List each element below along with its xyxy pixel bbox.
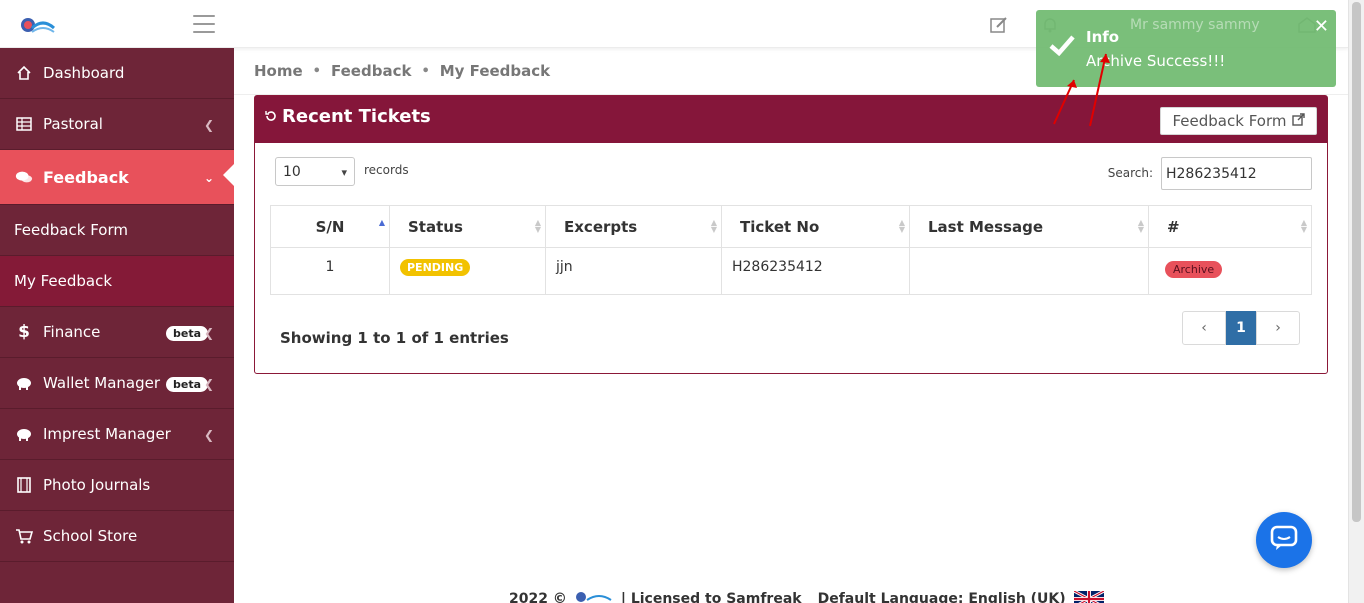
search-label: Search: bbox=[1107, 166, 1153, 180]
pagination-prev-button[interactable]: ‹ bbox=[1182, 311, 1226, 345]
pagination-page-1[interactable]: 1 bbox=[1226, 311, 1256, 345]
dollar-icon: $ bbox=[18, 322, 30, 342]
sort-icon: ▲ ▼ bbox=[1300, 218, 1307, 234]
sidebar: Dashboard Pastoral ❮ Feedback ⌄ Feedback… bbox=[0, 48, 235, 603]
pagination-next-button[interactable]: › bbox=[1256, 311, 1300, 345]
chevron-left-icon: ❮ bbox=[203, 326, 214, 340]
sidebar-item-feedback[interactable]: Feedback ⌄ bbox=[0, 150, 235, 205]
status-badge: PENDING bbox=[400, 259, 471, 276]
sort-icon: ▲ ▼ bbox=[1137, 218, 1144, 234]
sidebar-item-label: Dashboard bbox=[43, 64, 125, 82]
sort-icon: ▲ bbox=[378, 218, 385, 227]
sidebar-item-finance[interactable]: $ Finance beta ❮ bbox=[0, 307, 234, 358]
comments-icon bbox=[15, 168, 33, 186]
home-icon bbox=[15, 64, 33, 82]
column-header-sn[interactable]: S/N ▲ bbox=[270, 205, 390, 248]
cell-status: PENDING bbox=[389, 247, 546, 295]
chevron-down-icon: ⌄ bbox=[203, 171, 214, 185]
sidebar-item-label: Pastoral bbox=[43, 115, 103, 133]
uk-flag-icon[interactable] bbox=[1072, 589, 1105, 603]
card-title: Recent Tickets bbox=[265, 106, 431, 127]
sidebar-item-label: Feedback Form bbox=[14, 221, 128, 239]
chevron-left-icon: ❮ bbox=[203, 377, 214, 391]
archive-button[interactable]: Archive bbox=[1165, 261, 1223, 278]
sort-icon: ▲ ▼ bbox=[898, 218, 905, 234]
cell-last-message bbox=[909, 247, 1149, 295]
external-link-icon bbox=[1291, 112, 1305, 130]
cell-excerpt: jjn bbox=[545, 247, 722, 295]
sidebar-item-label: Feedback bbox=[43, 167, 129, 187]
feedback-form-button[interactable]: Feedback Form bbox=[1160, 107, 1317, 135]
chat-icon bbox=[1270, 525, 1298, 555]
sort-icon: ▲ ▼ bbox=[534, 218, 541, 234]
card-header: Recent Tickets Feedback Form bbox=[255, 96, 1327, 143]
chevron-down-icon: ▾ bbox=[341, 166, 347, 179]
sidebar-subitem-feedback-form[interactable]: Feedback Form bbox=[0, 205, 234, 256]
table-info: Showing 1 to 1 of 1 entries bbox=[280, 329, 509, 347]
footer-license: | Licensed to Samfreak bbox=[620, 591, 802, 603]
toast-title: Info bbox=[1086, 28, 1120, 46]
sidebar-item-school-store[interactable]: School Store bbox=[0, 511, 234, 562]
sidebar-item-label: My Feedback bbox=[14, 272, 113, 290]
breadcrumb-my-feedback: My Feedback bbox=[439, 62, 551, 80]
sidebar-item-label: Wallet Manager bbox=[43, 374, 161, 392]
breadcrumb-home[interactable]: Home bbox=[254, 62, 303, 80]
recent-tickets-card: Recent Tickets Feedback Form 10 ▾ record… bbox=[254, 95, 1328, 374]
beta-badge: beta bbox=[166, 377, 209, 392]
edit-icon[interactable] bbox=[989, 15, 1009, 35]
footer: 2022 © | Licensed to Samfreak Default La… bbox=[509, 589, 1105, 603]
footer-logo bbox=[575, 590, 613, 603]
menu-toggle-icon[interactable] bbox=[193, 15, 215, 33]
beta-badge: beta bbox=[166, 326, 209, 341]
table-icon bbox=[15, 115, 33, 133]
breadcrumb: Home • Feedback • My Feedback bbox=[254, 62, 551, 80]
film-icon bbox=[15, 476, 33, 494]
sidebar-item-imprest-manager[interactable]: Imprest Manager ❮ bbox=[0, 409, 234, 460]
table-row: 1 PENDING jjn H286235412 Archive bbox=[270, 247, 1312, 295]
user-name[interactable]: Mr sammy sammy bbox=[1130, 17, 1260, 33]
scrollbar-thumb[interactable] bbox=[1352, 2, 1361, 522]
card-title-text: Recent Tickets bbox=[282, 106, 431, 127]
sidebar-subitem-my-feedback[interactable]: My Feedback bbox=[0, 256, 234, 307]
column-header-status[interactable]: Status ▲ ▼ bbox=[389, 205, 546, 248]
close-icon[interactable]: ✕ bbox=[1314, 16, 1329, 37]
piggy-bank-icon bbox=[15, 374, 33, 392]
sidebar-item-label: School Store bbox=[43, 527, 138, 545]
page-scrollbar[interactable] bbox=[1348, 0, 1364, 603]
sidebar-item-label: Photo Journals bbox=[43, 476, 151, 494]
cell-action: Archive bbox=[1148, 247, 1312, 295]
column-header-action[interactable]: # ▲ ▼ bbox=[1148, 205, 1312, 248]
tickets-table: S/N ▲ Status ▲ ▼ Excerpts ▲ ▼ Ticket No ▲ ▼… bbox=[270, 205, 1312, 295]
educare-logo[interactable] bbox=[18, 8, 58, 42]
chevron-left-icon: ❮ bbox=[203, 118, 214, 132]
chat-button[interactable] bbox=[1256, 512, 1312, 568]
annotation-arrows bbox=[1053, 53, 1110, 127]
sidebar-item-label: Finance bbox=[43, 323, 101, 341]
page-length-select[interactable]: 10 ▾ bbox=[275, 157, 355, 186]
cell-sn: 1 bbox=[270, 247, 390, 295]
search-input[interactable]: H286235412 bbox=[1161, 157, 1312, 190]
cell-ticket-no: H286235412 bbox=[721, 247, 910, 295]
column-header-excerpts[interactable]: Excerpts ▲ ▼ bbox=[545, 205, 722, 248]
sidebar-item-photo-journals[interactable]: Photo Journals bbox=[0, 460, 234, 511]
column-header-last-message[interactable]: Last Message ▲ ▼ bbox=[909, 205, 1149, 248]
sidebar-item-pastoral[interactable]: Pastoral ❮ bbox=[0, 99, 234, 150]
search-input-value: H286235412 bbox=[1166, 165, 1257, 182]
records-label: records bbox=[364, 163, 409, 177]
sidebar-item-wallet-manager[interactable]: Wallet Manager beta ❮ bbox=[0, 358, 234, 409]
page-length-value: 10 bbox=[283, 163, 301, 180]
history-icon bbox=[265, 106, 277, 127]
sidebar-item-dashboard[interactable]: Dashboard bbox=[0, 48, 234, 99]
sort-icon: ▲ ▼ bbox=[710, 218, 717, 234]
feedback-form-button-label: Feedback Form bbox=[1172, 112, 1287, 130]
chevron-left-icon: ❮ bbox=[203, 428, 214, 442]
pagination: ‹ 1 › bbox=[1182, 311, 1300, 345]
footer-language[interactable]: Default Language: English (UK) bbox=[818, 591, 1066, 603]
footer-copyright: 2022 © bbox=[509, 591, 567, 603]
breadcrumb-feedback[interactable]: Feedback bbox=[331, 62, 411, 80]
piggy-bank-icon bbox=[15, 425, 33, 443]
cart-icon bbox=[15, 527, 33, 545]
sidebar-item-label: Imprest Manager bbox=[43, 425, 171, 443]
column-header-ticket-no[interactable]: Ticket No ▲ ▼ bbox=[721, 205, 910, 248]
